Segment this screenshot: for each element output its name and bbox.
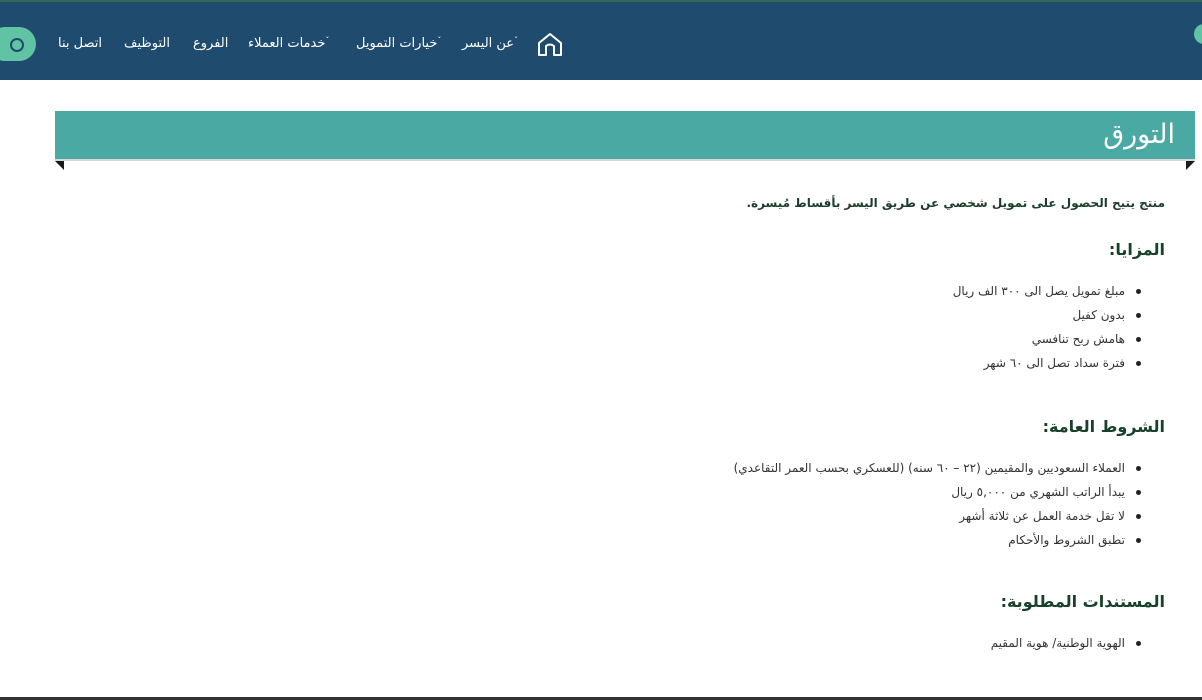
documents-list: الهوية الوطنية/ هوية المقيم bbox=[465, 631, 1165, 655]
chevron-down-icon: ˇ bbox=[437, 36, 442, 45]
nav-contact[interactable]: اتصل بنا bbox=[58, 36, 102, 51]
list-item: الهوية الوطنية/ هوية المقيم bbox=[465, 631, 1165, 655]
list-item: مبلغ تمويل يصل الى ٣٠٠ الف ريال bbox=[465, 279, 1165, 303]
main-nav: عن اليسرˇ خيارات التمويلˇ خدمات العملاءˇ… bbox=[0, 2, 1202, 82]
list-item: يبدأ الراتب الشهري من ٥,٠٠٠ ريال bbox=[465, 480, 1165, 504]
home-icon[interactable] bbox=[536, 30, 564, 58]
nav-about[interactable]: عن اليسرˇ bbox=[462, 36, 520, 51]
product-content: منتج يتيح الحصول على تمويل شخصي عن طريق … bbox=[465, 196, 1165, 655]
list-item: هامش ربح تنافسي bbox=[465, 327, 1165, 351]
product-intro: منتج يتيح الحصول على تمويل شخصي عن طريق … bbox=[746, 196, 1165, 210]
list-item: فترة سداد تصل الى ٦٠ شهر bbox=[465, 351, 1165, 375]
nav-customer-services-label: خدمات العملاء bbox=[248, 36, 326, 51]
page-title-banner: التورق bbox=[55, 111, 1195, 161]
nav-financing-label: خيارات التمويل bbox=[356, 36, 438, 51]
nav-customer-services[interactable]: خدمات العملاءˇ bbox=[248, 36, 331, 51]
chevron-down-icon: ˇ bbox=[514, 36, 519, 45]
nav-branches[interactable]: الفروع bbox=[193, 36, 228, 51]
nav-financing-options[interactable]: خيارات التمويلˇ bbox=[356, 36, 443, 51]
banner-fold-right bbox=[1186, 161, 1195, 170]
advantages-list: مبلغ تمويل يصل الى ٣٠٠ الف ريال بدون كفي… bbox=[465, 279, 1165, 375]
page-title: التورق bbox=[1103, 119, 1175, 150]
banner-fold-left bbox=[55, 161, 64, 170]
nav-careers[interactable]: التوظيف bbox=[124, 36, 170, 51]
list-item: العملاء السعوديين والمقيمين (٢٢ – ٦٠ سنه… bbox=[465, 456, 1165, 480]
chevron-down-icon: ˇ bbox=[325, 36, 330, 45]
advantages-title: المزايا: bbox=[1108, 240, 1165, 259]
conditions-list: العملاء السعوديين والمقيمين (٢٢ – ٦٠ سنه… bbox=[465, 456, 1165, 552]
nav-about-label: عن اليسر bbox=[462, 36, 515, 51]
list-item: تطبق الشروط والأحكام bbox=[465, 528, 1165, 552]
list-item: لا تقل خدمة العمل عن ثلاثة أشهر bbox=[465, 504, 1165, 528]
documents-title: المستندات المطلوبة: bbox=[1000, 592, 1165, 611]
list-item: بدون كفيل bbox=[465, 303, 1165, 327]
conditions-title: الشروط العامة: bbox=[1042, 417, 1165, 436]
top-navigation-bar: عن اليسرˇ خيارات التمويلˇ خدمات العملاءˇ… bbox=[0, 0, 1202, 80]
